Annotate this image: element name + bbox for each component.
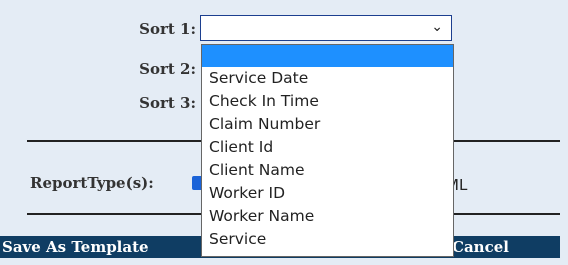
dropdown-option-client-name[interactable]: Client Name — [202, 159, 453, 182]
save-as-template-button[interactable]: Save As Template — [2, 236, 149, 258]
sort1-dropdown-list[interactable]: Service Date Check In Time Claim Number … — [201, 44, 454, 257]
dropdown-option-service-date[interactable]: Service Date — [202, 67, 453, 90]
dropdown-option-claim-number[interactable]: Claim Number — [202, 113, 453, 136]
dropdown-option-blank[interactable] — [202, 45, 453, 67]
report-types-label: ReportType(s): — [30, 174, 154, 192]
sort1-label: Sort 1: — [139, 20, 196, 38]
chevron-down-icon: ⌄ — [431, 19, 443, 35]
dropdown-option-service[interactable]: Service — [202, 228, 453, 251]
dropdown-option-worker-name[interactable]: Worker Name — [202, 205, 453, 228]
sort2-label: Sort 2: — [139, 60, 196, 78]
sort3-label: Sort 3: — [139, 94, 196, 112]
dropdown-option-worker-id[interactable]: Worker ID — [202, 182, 453, 205]
dropdown-option-client-id[interactable]: Client Id — [202, 136, 453, 159]
cancel-button[interactable]: Cancel — [452, 236, 509, 258]
dropdown-option-check-in-time[interactable]: Check In Time — [202, 90, 453, 113]
sort1-select[interactable]: ⌄ — [200, 15, 452, 41]
